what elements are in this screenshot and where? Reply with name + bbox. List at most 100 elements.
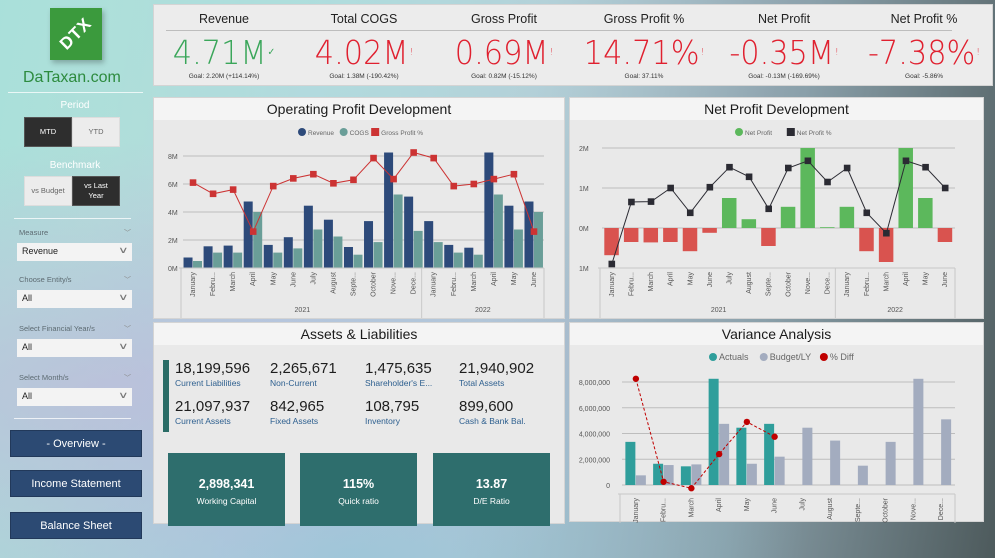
kpi-value: 14.71%! — [583, 33, 705, 72]
kpi-value: -7.38%! — [867, 33, 981, 72]
logo[interactable]: DTX — [50, 8, 102, 60]
bar-net-profit — [820, 227, 835, 228]
balance-label: Current Assets — [175, 416, 231, 426]
operating-profit-panel: Operating Profit Development Revenue COGS… — [153, 97, 565, 319]
kpi-goal: Goal: 2.20M (+114.14%) — [188, 73, 260, 80]
balance-value: 21,097,937 — [175, 398, 251, 415]
line-marker — [530, 228, 538, 235]
kpi-goal: Goal: 1.38M (-190.42%) — [329, 73, 399, 80]
x-tick-label: April — [716, 498, 723, 512]
financial-year-dropdown[interactable]: All ∨ — [17, 339, 132, 357]
chevron-down-icon[interactable]: ﹀ — [124, 228, 131, 238]
overview-button[interactable]: - Overview - — [10, 430, 142, 457]
legend-label: Gross Profit % — [381, 130, 423, 137]
x-group-label: 2021 — [711, 307, 727, 314]
x-group-label: 2021 — [295, 307, 311, 314]
measure-label: Measure ﹀ — [19, 228, 131, 237]
balance-label: Non-Current — [270, 378, 317, 388]
x-tick-label: March — [471, 272, 478, 292]
balance-item: 2,265,671 Non-Current — [270, 360, 370, 388]
bar-net-profit — [839, 206, 855, 228]
kpi-card[interactable]: Total COGS 4.02M! Goal: 1.38M (-190.42%) — [294, 5, 434, 80]
kpi-card[interactable]: Net Profit % -7.38%! Goal: -5.86% — [854, 5, 994, 80]
x-tick-label: August — [827, 498, 834, 520]
chevron-down-icon[interactable]: ﹀ — [124, 275, 131, 285]
balance-sheet-button[interactable]: Balance Sheet — [10, 512, 142, 539]
legend-marker — [819, 353, 828, 361]
line-marker — [510, 170, 518, 178]
line-marker — [922, 163, 929, 171]
alert-icon: ! — [834, 47, 839, 58]
x-tick-label: March — [688, 498, 695, 518]
chevron-down-icon[interactable]: ﹀ — [124, 324, 131, 334]
x-tick-label: Septe... — [766, 272, 773, 296]
x-tick-label: June — [531, 272, 538, 287]
bar-revenue — [484, 152, 494, 268]
x-tick-label: Nove... — [910, 498, 917, 520]
bar-cogs — [293, 248, 303, 268]
kpi-card[interactable]: Gross Profit 0.69M! Goal: 0.82M (-15.12%) — [434, 5, 574, 80]
kpi-title: Net Profit — [757, 12, 811, 26]
y-tick-label: 2M — [168, 238, 178, 245]
x-tick-label: May — [744, 498, 751, 512]
entity-dropdown[interactable]: All ∨ — [17, 290, 132, 308]
divider — [14, 218, 131, 219]
x-group-label: 2022 — [475, 307, 491, 314]
line-marker — [628, 198, 635, 206]
x-tick-label: March — [230, 272, 237, 292]
bar-actuals — [708, 378, 719, 485]
kpi-card[interactable]: Net Profit -0.35M! Goal: -0.13M (-169.69%) — [714, 5, 854, 80]
divider — [14, 418, 131, 419]
ratio-value: 13.87 — [475, 477, 508, 491]
bar-revenue — [384, 152, 394, 268]
bar-revenue — [464, 247, 474, 268]
chevron-down-icon: ∨ — [118, 245, 129, 255]
x-tick-label: Febru... — [628, 272, 635, 296]
measure-dropdown[interactable]: Revenue ∨ — [17, 243, 132, 261]
legend-label: Actuals — [719, 352, 749, 362]
legend-marker — [298, 128, 306, 136]
chevron-down-icon[interactable]: ﹀ — [124, 373, 131, 383]
alert-icon: ! — [409, 47, 414, 58]
brand-name[interactable]: DaTaxan.com — [23, 69, 121, 87]
benchmark-label: Benchmark — [49, 160, 101, 171]
x-tick-label: January — [844, 272, 851, 297]
x-tick-label: Febru... — [864, 272, 871, 296]
kpi-card[interactable]: Gross Profit % 14.71%! Goal: 37.11% — [574, 5, 714, 80]
kpi-card[interactable]: Revenue 4.71M✓ Goal: 2.20M (+114.14%) — [154, 5, 294, 80]
legend-marker — [339, 128, 348, 136]
period-ytd-toggle[interactable]: YTD — [72, 117, 120, 147]
legend-marker — [735, 128, 743, 136]
legend-label: % Diff — [830, 352, 854, 362]
bar-cogs — [313, 229, 323, 268]
bar-budget-ly — [746, 463, 757, 485]
income-statement-button[interactable]: Income Statement — [10, 470, 142, 497]
chevron-down-icon: ∨ — [118, 292, 129, 302]
x-tick-label: April — [668, 272, 675, 286]
benchmark-budget-toggle[interactable]: vs Budget — [24, 176, 72, 206]
bar-net-profit — [663, 228, 678, 242]
x-tick-label: October — [883, 497, 890, 523]
period-mtd-toggle[interactable]: MTD — [24, 117, 72, 147]
line-marker — [667, 184, 674, 192]
line-marker — [688, 485, 695, 492]
bar-revenue — [183, 257, 193, 268]
benchmark-last-year-toggle[interactable]: vs Last Year — [72, 176, 120, 206]
ratio-card: 115% Quick ratio — [300, 453, 417, 526]
x-tick-label: July — [726, 272, 733, 285]
operating-profit-chart[interactable]: Revenue COGS Gross Profit % 0M 2M 4M 6M 8M Janua… — [154, 120, 566, 320]
bar-revenue — [343, 247, 353, 268]
bar-net-profit — [918, 198, 933, 228]
bar-net-profit — [937, 228, 953, 242]
ratio-label: Quick ratio — [338, 496, 379, 506]
balance-label: Total Assets — [459, 378, 505, 388]
bar-net-profit — [859, 228, 874, 252]
variance-analysis-chart[interactable]: Actuals Budget/LY % Diff 0 2,000,000 4,000,00… — [570, 345, 985, 523]
panel-title: Assets & Liabilities — [154, 323, 564, 345]
balance-item: 21,940,902 Total Assets — [459, 360, 559, 388]
x-tick-label: October — [371, 271, 378, 297]
accent-bar — [163, 360, 169, 432]
alert-icon: ! — [976, 47, 981, 58]
net-profit-chart[interactable]: Net Profit Net Profit % 1M 0M 1M 2M January Feb… — [570, 120, 985, 320]
month-dropdown[interactable]: All ∨ — [17, 388, 132, 406]
